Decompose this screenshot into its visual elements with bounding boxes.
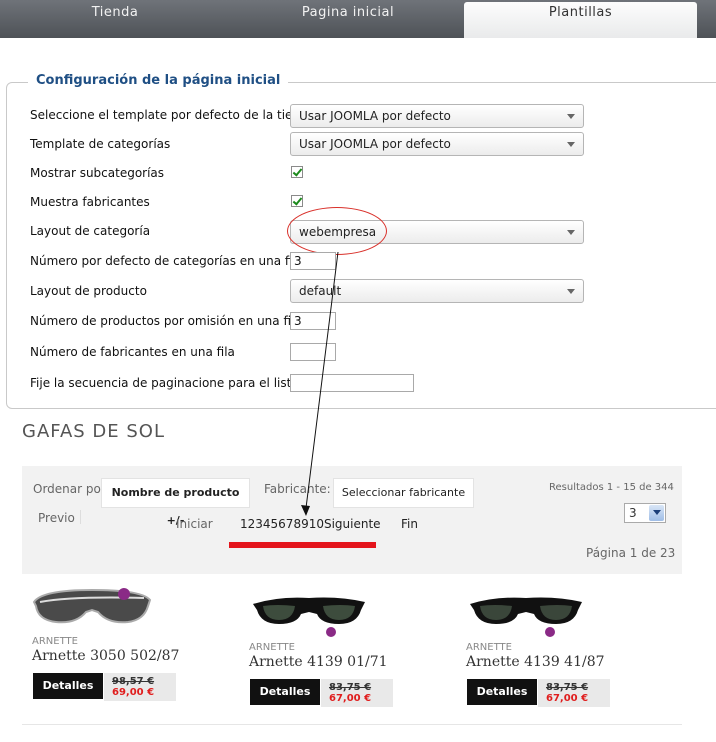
- category-template-value: Usar JOOMLA por defecto: [299, 137, 451, 151]
- categories-per-row-label: Número por defecto de categorías en una …: [30, 254, 304, 268]
- brand-badge-icon: [545, 627, 555, 637]
- per-page-select[interactable]: 3: [624, 503, 666, 523]
- dropdown-arrow-icon: [567, 289, 575, 294]
- old-price: 83,75 €: [546, 682, 589, 693]
- price-box: 98,57 € 69,00 €: [104, 673, 176, 701]
- show-manufacturers-checkbox[interactable]: [291, 195, 303, 207]
- pagination-prev[interactable]: Previo: [38, 511, 75, 525]
- sunglasses-image: [253, 597, 365, 637]
- details-button[interactable]: Detalles: [467, 679, 537, 705]
- per-page-value: 3: [629, 506, 637, 520]
- manufacturers-per-row-label: Número de fabricantes en una fila: [30, 345, 235, 359]
- price-box: 83,75 € 67,00 €: [321, 679, 393, 707]
- tab-plantillas[interactable]: Plantillas: [464, 2, 697, 38]
- default-template-value: Usar JOOMLA por defecto: [299, 109, 451, 123]
- dropdown-arrow-icon: [567, 230, 575, 235]
- dropdown-arrow-icon: [567, 142, 575, 147]
- sale-price: 67,00 €: [329, 693, 372, 704]
- checkbox-checked-icon: [292, 166, 303, 177]
- dropdown-arrow-icon: [567, 114, 575, 119]
- annotation-circle: [287, 207, 387, 255]
- sale-price: 69,00 €: [112, 687, 155, 698]
- category-title: GAFAS DE SOL: [22, 421, 166, 442]
- order-by-label: Ordenar por: [33, 482, 106, 496]
- product-brand: ARNETTE: [466, 642, 512, 653]
- tab-tienda[interactable]: Tienda: [60, 0, 170, 38]
- sunglasses-image: [470, 597, 582, 637]
- tab-pagina-inicial[interactable]: Pagina inicial: [288, 0, 408, 38]
- config-legend: Configuración de la página inicial: [28, 73, 289, 88]
- pagination-end[interactable]: Fin: [401, 517, 418, 531]
- divider: [80, 510, 81, 524]
- show-subcategories-checkbox[interactable]: [291, 166, 303, 178]
- product-card[interactable]: ARNETTE Arnette 4139 41/87 Detalles 83,7…: [466, 590, 666, 720]
- product-name[interactable]: Arnette 4139 01/71: [249, 654, 388, 670]
- product-layout-label: Layout de producto: [30, 284, 147, 298]
- sunglasses-image: [32, 588, 152, 624]
- price-box: 83,75 € 67,00 €: [538, 679, 610, 707]
- details-button[interactable]: Detalles: [33, 673, 103, 699]
- dropdown-arrow-icon: [649, 505, 664, 521]
- page-info: Página 1 de 23: [586, 546, 676, 560]
- category-template-label: Template de categorías: [30, 137, 171, 151]
- sale-price: 67,00 €: [546, 693, 589, 704]
- brand-badge-icon: [326, 627, 336, 637]
- checkbox-checked-icon: [292, 195, 303, 206]
- annotation-underline: [229, 542, 376, 548]
- product-card[interactable]: ARNETTE Arnette 4139 01/71 Detalles 83,7…: [249, 590, 449, 720]
- old-price: 98,57 €: [112, 676, 155, 687]
- divider: [22, 724, 682, 725]
- brand-badge-icon: [118, 588, 130, 600]
- products-per-row-label: Número de productos por omisión en una f…: [30, 314, 302, 328]
- product-name[interactable]: Arnette 3050 502/87: [32, 648, 179, 664]
- annotation-arrow: [301, 251, 339, 516]
- results-count: Resultados 1 - 15 de 344: [549, 482, 674, 493]
- product-name[interactable]: Arnette 4139 41/87: [466, 654, 605, 670]
- top-tab-bar: Tienda Pagina inicial Plantillas: [0, 0, 716, 38]
- product-brand: ARNETTE: [249, 642, 295, 653]
- default-template-label: Seleccione el template por defecto de la…: [30, 108, 315, 122]
- product-brand: ARNETTE: [32, 636, 78, 647]
- old-price: 83,75 €: [329, 682, 372, 693]
- default-template-select[interactable]: Usar JOOMLA por defecto: [290, 104, 584, 128]
- order-by-select[interactable]: Nombre de producto +/-: [101, 478, 250, 527]
- product-card[interactable]: ARNETTE Arnette 3050 502/87 Detalles 98,…: [32, 584, 232, 714]
- pagination-start[interactable]: Iniciar: [176, 517, 213, 531]
- show-subcategories-label: Mostrar subcategorías: [30, 166, 165, 180]
- pagination-sequence-label: Fije la secuencia de paginacione para el…: [30, 376, 314, 390]
- category-layout-label: Layout de categoría: [30, 224, 151, 238]
- category-template-select[interactable]: Usar JOOMLA por defecto: [290, 132, 584, 156]
- show-manufacturers-label: Muestra fabricantes: [30, 195, 150, 209]
- details-button[interactable]: Detalles: [250, 679, 320, 705]
